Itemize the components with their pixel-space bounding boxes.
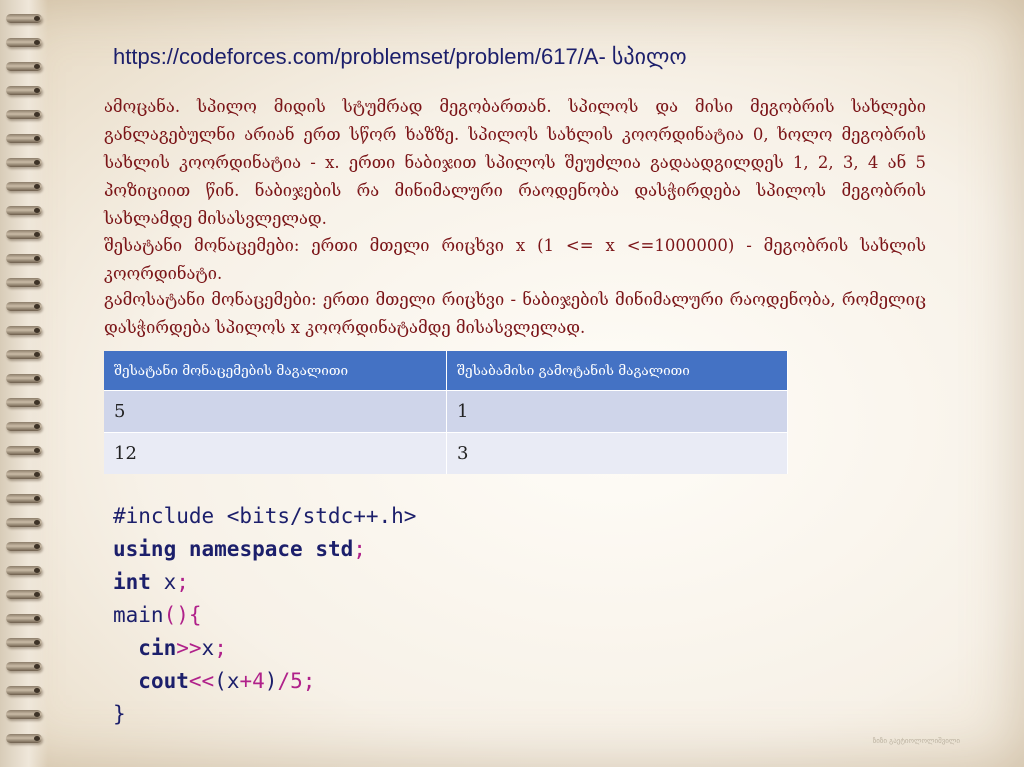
binding-ring (6, 110, 42, 119)
code-operator: << (188, 669, 215, 693)
footer-author: ზიზი გაეტიოლოლიშვილი (872, 737, 960, 745)
binding-ring (6, 710, 42, 719)
binding-ring (6, 638, 42, 647)
binding-ring (6, 182, 42, 191)
binding-ring (6, 422, 42, 431)
binding-ring (6, 230, 42, 239)
output-example-cell: 1 (446, 390, 788, 433)
code-keyword: std (315, 537, 354, 561)
binding-ring (6, 326, 42, 335)
problem-statement: ამოცანა. სპილო მიდის სტუმრად მეგობართან.… (104, 97, 926, 228)
notebook-binding (0, 0, 48, 767)
binding-ring (6, 14, 42, 23)
code-number: 5 (290, 669, 303, 693)
binding-ring (6, 686, 42, 695)
table-row: 5 1 (104, 390, 788, 433)
binding-ring (6, 590, 42, 599)
code-keyword: cout (138, 669, 189, 693)
binding-ring (6, 446, 42, 455)
problem-url[interactable]: https://codeforces.com/problemset/proble… (113, 44, 687, 70)
code-semicolon: ; (353, 537, 366, 561)
binding-ring (6, 566, 42, 575)
binding-ring (6, 494, 42, 503)
code-identifier: x (201, 636, 215, 660)
url-link[interactable]: https://codeforces.com/problemset/proble… (113, 44, 541, 69)
code-operator: >> (176, 636, 202, 660)
binding-ring (6, 542, 42, 551)
binding-ring (6, 374, 42, 383)
code-keyword: using (113, 537, 177, 561)
table-header-row: შესატანი მონაცემების მაგალითი შესაბამისი… (104, 351, 788, 391)
binding-ring (6, 134, 42, 143)
code-paren: (){ (163, 603, 202, 627)
binding-ring (6, 158, 42, 167)
table-row: 12 3 (104, 432, 788, 474)
binding-ring (6, 398, 42, 407)
binding-ring (6, 470, 42, 479)
output-example-header: შესაბამისი გამოტანის მაგალითი (446, 351, 788, 391)
input-example-cell: 12 (104, 432, 447, 474)
binding-ring (6, 518, 42, 527)
code-identifier: x (150, 570, 177, 594)
code-semicolon: ; (176, 570, 189, 594)
input-example-header: შესატანი მონაცემების მაგალითი (104, 351, 447, 391)
binding-ring (6, 278, 42, 287)
binding-ring (6, 38, 42, 47)
code-keyword: cin (138, 636, 177, 660)
binding-ring (6, 734, 42, 743)
code-line-include: #include <bits/stdc++.h> (113, 504, 417, 528)
examples-table: შესატანი მონაცემების მაგალითი შესაბამისი… (104, 351, 788, 474)
output-example-cell: 3 (446, 432, 788, 474)
input-example-cell: 5 (104, 390, 447, 433)
code-expression: (x (214, 669, 240, 693)
code-semicolon: ; (302, 669, 316, 693)
binding-ring (6, 614, 42, 623)
code-keyword: int (113, 570, 151, 594)
url-title: 617/A- სპილო (540, 44, 687, 69)
code-closing-brace: } (113, 702, 126, 726)
binding-ring (6, 62, 42, 71)
binding-ring (6, 662, 42, 671)
binding-ring (6, 302, 42, 311)
output-description: გამოსატანი მონაცემები: ერთი მთელი რიცხვი… (104, 290, 926, 337)
code-operator: / (277, 669, 291, 693)
code-keyword: namespace (188, 537, 303, 561)
code-operator: + (239, 669, 253, 693)
binding-ring (6, 254, 42, 263)
code-semicolon: ; (214, 636, 227, 660)
binding-ring (6, 350, 42, 359)
code-block: #include <bits/stdc++.h> using namespace… (113, 500, 416, 731)
code-expression: ) (264, 669, 278, 693)
input-description: შესატანი მონაცემები: ერთი მთელი რიცხვი x… (104, 236, 926, 283)
code-function-name: main (113, 603, 164, 627)
binding-ring (6, 206, 42, 215)
code-number: 4 (252, 669, 265, 693)
binding-ring (6, 86, 42, 95)
